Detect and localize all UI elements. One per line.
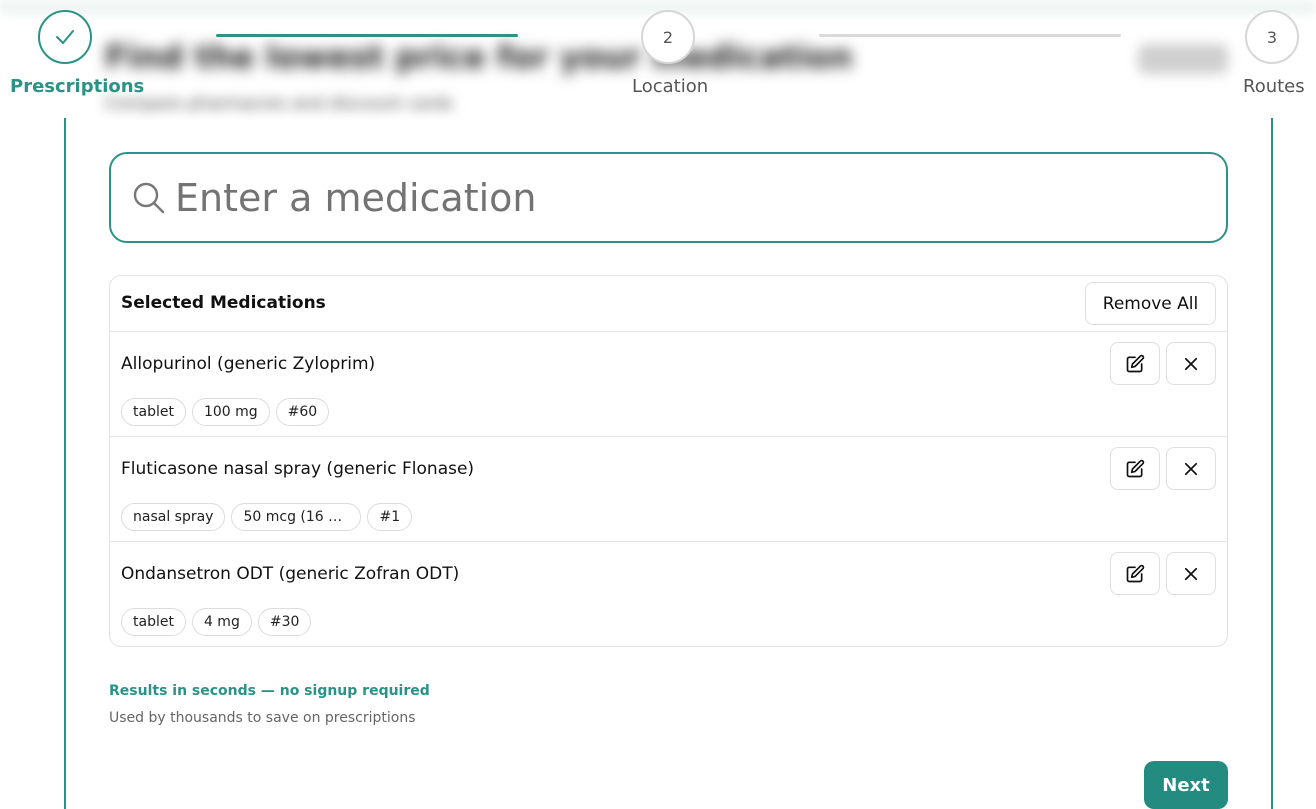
medication-name: Ondansetron ODT (generic Zofran ODT) xyxy=(121,564,460,584)
medication-tags: nasal spray 50 mcg (16 g... #1 xyxy=(121,503,413,531)
promo-subtext: Used by thousands to save on prescriptio… xyxy=(109,710,416,726)
close-icon xyxy=(1184,462,1198,475)
step-1-label[interactable]: Prescriptions xyxy=(10,76,144,97)
medication-row: Allopurinol (generic Zyloprim) tablet 10… xyxy=(110,332,1227,437)
form-tag: nasal spray xyxy=(121,503,226,531)
step-connector-pending xyxy=(819,34,1121,37)
step-1-circle[interactable] xyxy=(38,10,92,64)
medications-title: Selected Medications xyxy=(121,293,326,313)
dosage-tag: 4 mg xyxy=(191,608,252,636)
edit-medication-button[interactable] xyxy=(1110,552,1160,595)
close-icon xyxy=(1184,567,1198,580)
step-2-label[interactable]: Location xyxy=(632,76,708,97)
medication-tags: tablet 4 mg #30 xyxy=(121,608,312,636)
medication-search[interactable] xyxy=(109,152,1228,243)
next-button[interactable]: Next xyxy=(1144,761,1228,809)
remove-all-button[interactable]: Remove All xyxy=(1085,282,1216,325)
quantity-tag: #30 xyxy=(257,608,312,636)
form-tag: tablet xyxy=(121,398,186,426)
step-3-label[interactable]: Routes xyxy=(1243,76,1305,97)
edit-icon xyxy=(1126,564,1145,582)
edit-icon xyxy=(1126,459,1145,477)
promo-text: Results in seconds — no signup required xyxy=(109,683,430,699)
medication-row: Fluticasone nasal spray (generic Flonase… xyxy=(110,437,1227,542)
medication-name: Allopurinol (generic Zyloprim) xyxy=(121,354,376,374)
remove-medication-button[interactable] xyxy=(1166,342,1216,385)
edit-medication-button[interactable] xyxy=(1110,447,1160,490)
progress-stepper: 2 3 Prescriptions Location Routes xyxy=(0,0,1316,110)
medication-row: Ondansetron ODT (generic Zofran ODT) tab… xyxy=(110,542,1227,646)
remove-medication-button[interactable] xyxy=(1166,447,1216,490)
step-2-circle[interactable]: 2 xyxy=(641,10,695,64)
check-icon xyxy=(56,30,74,44)
medication-tags: tablet 100 mg #60 xyxy=(121,398,330,426)
close-icon xyxy=(1184,357,1198,370)
search-icon xyxy=(133,182,165,214)
dosage-tag: 100 mg xyxy=(191,398,270,426)
medication-name: Fluticasone nasal spray (generic Flonase… xyxy=(121,459,475,479)
medications-header: Selected Medications Remove All xyxy=(110,276,1227,332)
quantity-tag: #1 xyxy=(367,503,413,531)
quantity-tag: #60 xyxy=(275,398,330,426)
selected-medications-panel: Selected Medications Remove All Allopuri… xyxy=(109,275,1228,647)
dosage-tag: 50 mcg (16 g... xyxy=(231,503,362,531)
remove-medication-button[interactable] xyxy=(1166,552,1216,595)
edit-medication-button[interactable] xyxy=(1110,342,1160,385)
step-3-circle[interactable]: 3 xyxy=(1245,10,1299,64)
edit-icon xyxy=(1126,354,1145,372)
step-connector-completed xyxy=(216,34,518,37)
form-tag: tablet xyxy=(121,608,186,636)
search-input[interactable] xyxy=(175,170,1205,226)
